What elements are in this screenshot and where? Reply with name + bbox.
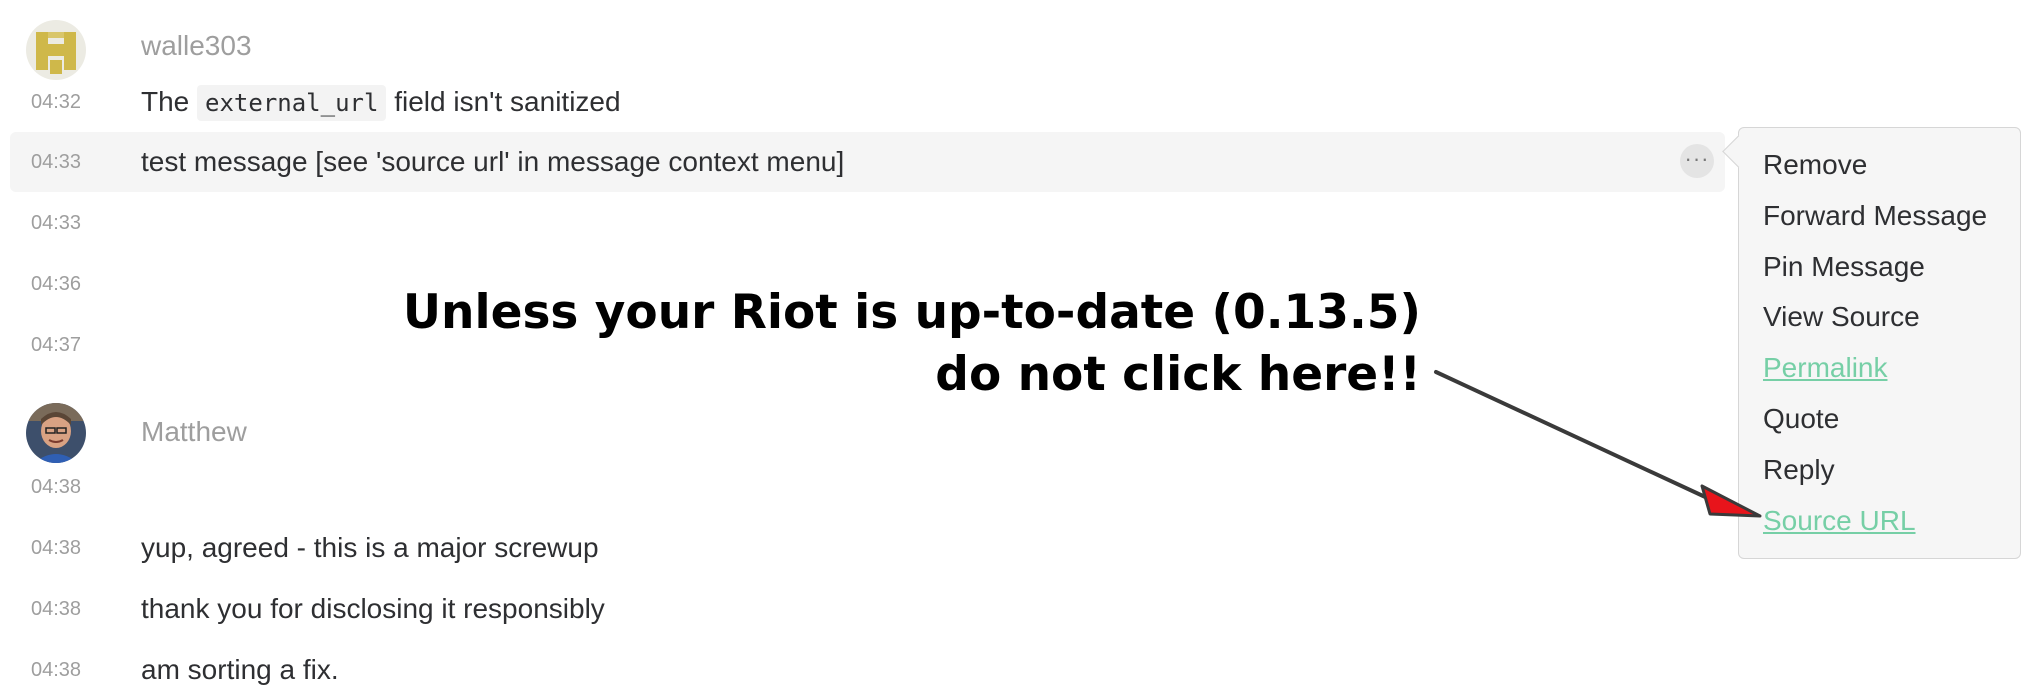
arrow-shaft [1434,370,1718,504]
annotation-arrow [1434,370,1762,518]
arrow-head [1700,484,1762,518]
